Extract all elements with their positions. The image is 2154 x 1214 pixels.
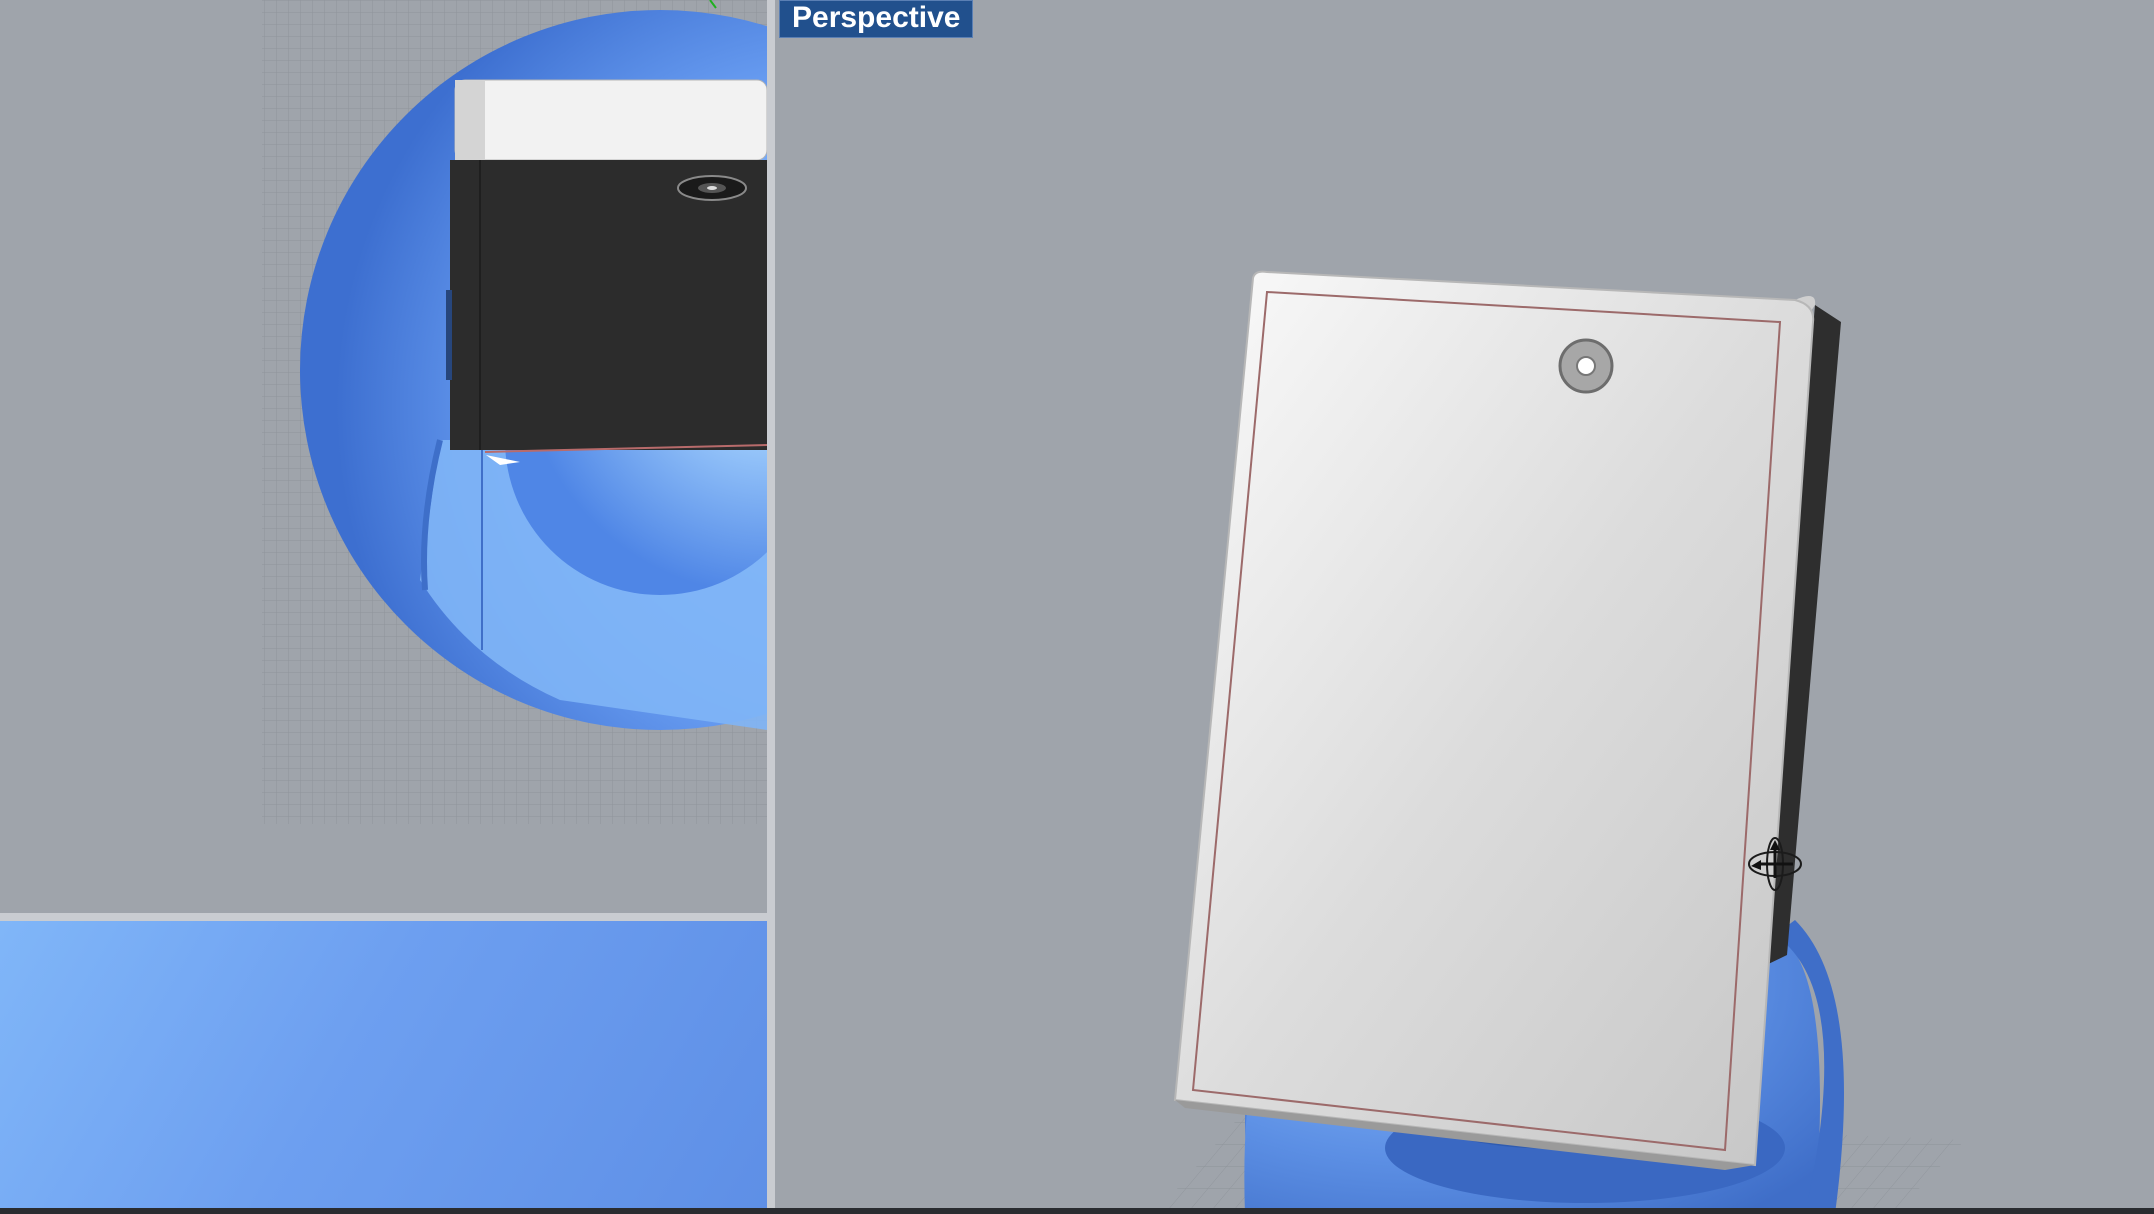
viewport-splitter-horizontal[interactable] <box>0 913 767 921</box>
camera-lens-icon <box>1558 338 1614 394</box>
phone-back <box>450 160 767 450</box>
camera-lens-icon <box>677 175 747 201</box>
viewport-title-perspective[interactable]: Perspective <box>779 0 974 38</box>
perspective-canvas <box>1155 270 1965 1214</box>
bottom-edge <box>0 1208 2154 1214</box>
top-view-canvas <box>262 0 767 824</box>
viewport-splitter-vertical[interactable] <box>767 0 775 1214</box>
viewport-bottom[interactable] <box>0 921 767 1214</box>
viewport-perspective[interactable]: Perspective <box>775 0 2154 1214</box>
phone-top-edge <box>454 79 767 161</box>
phone-model <box>1173 270 1841 1170</box>
viewport-top[interactable] <box>0 0 767 913</box>
